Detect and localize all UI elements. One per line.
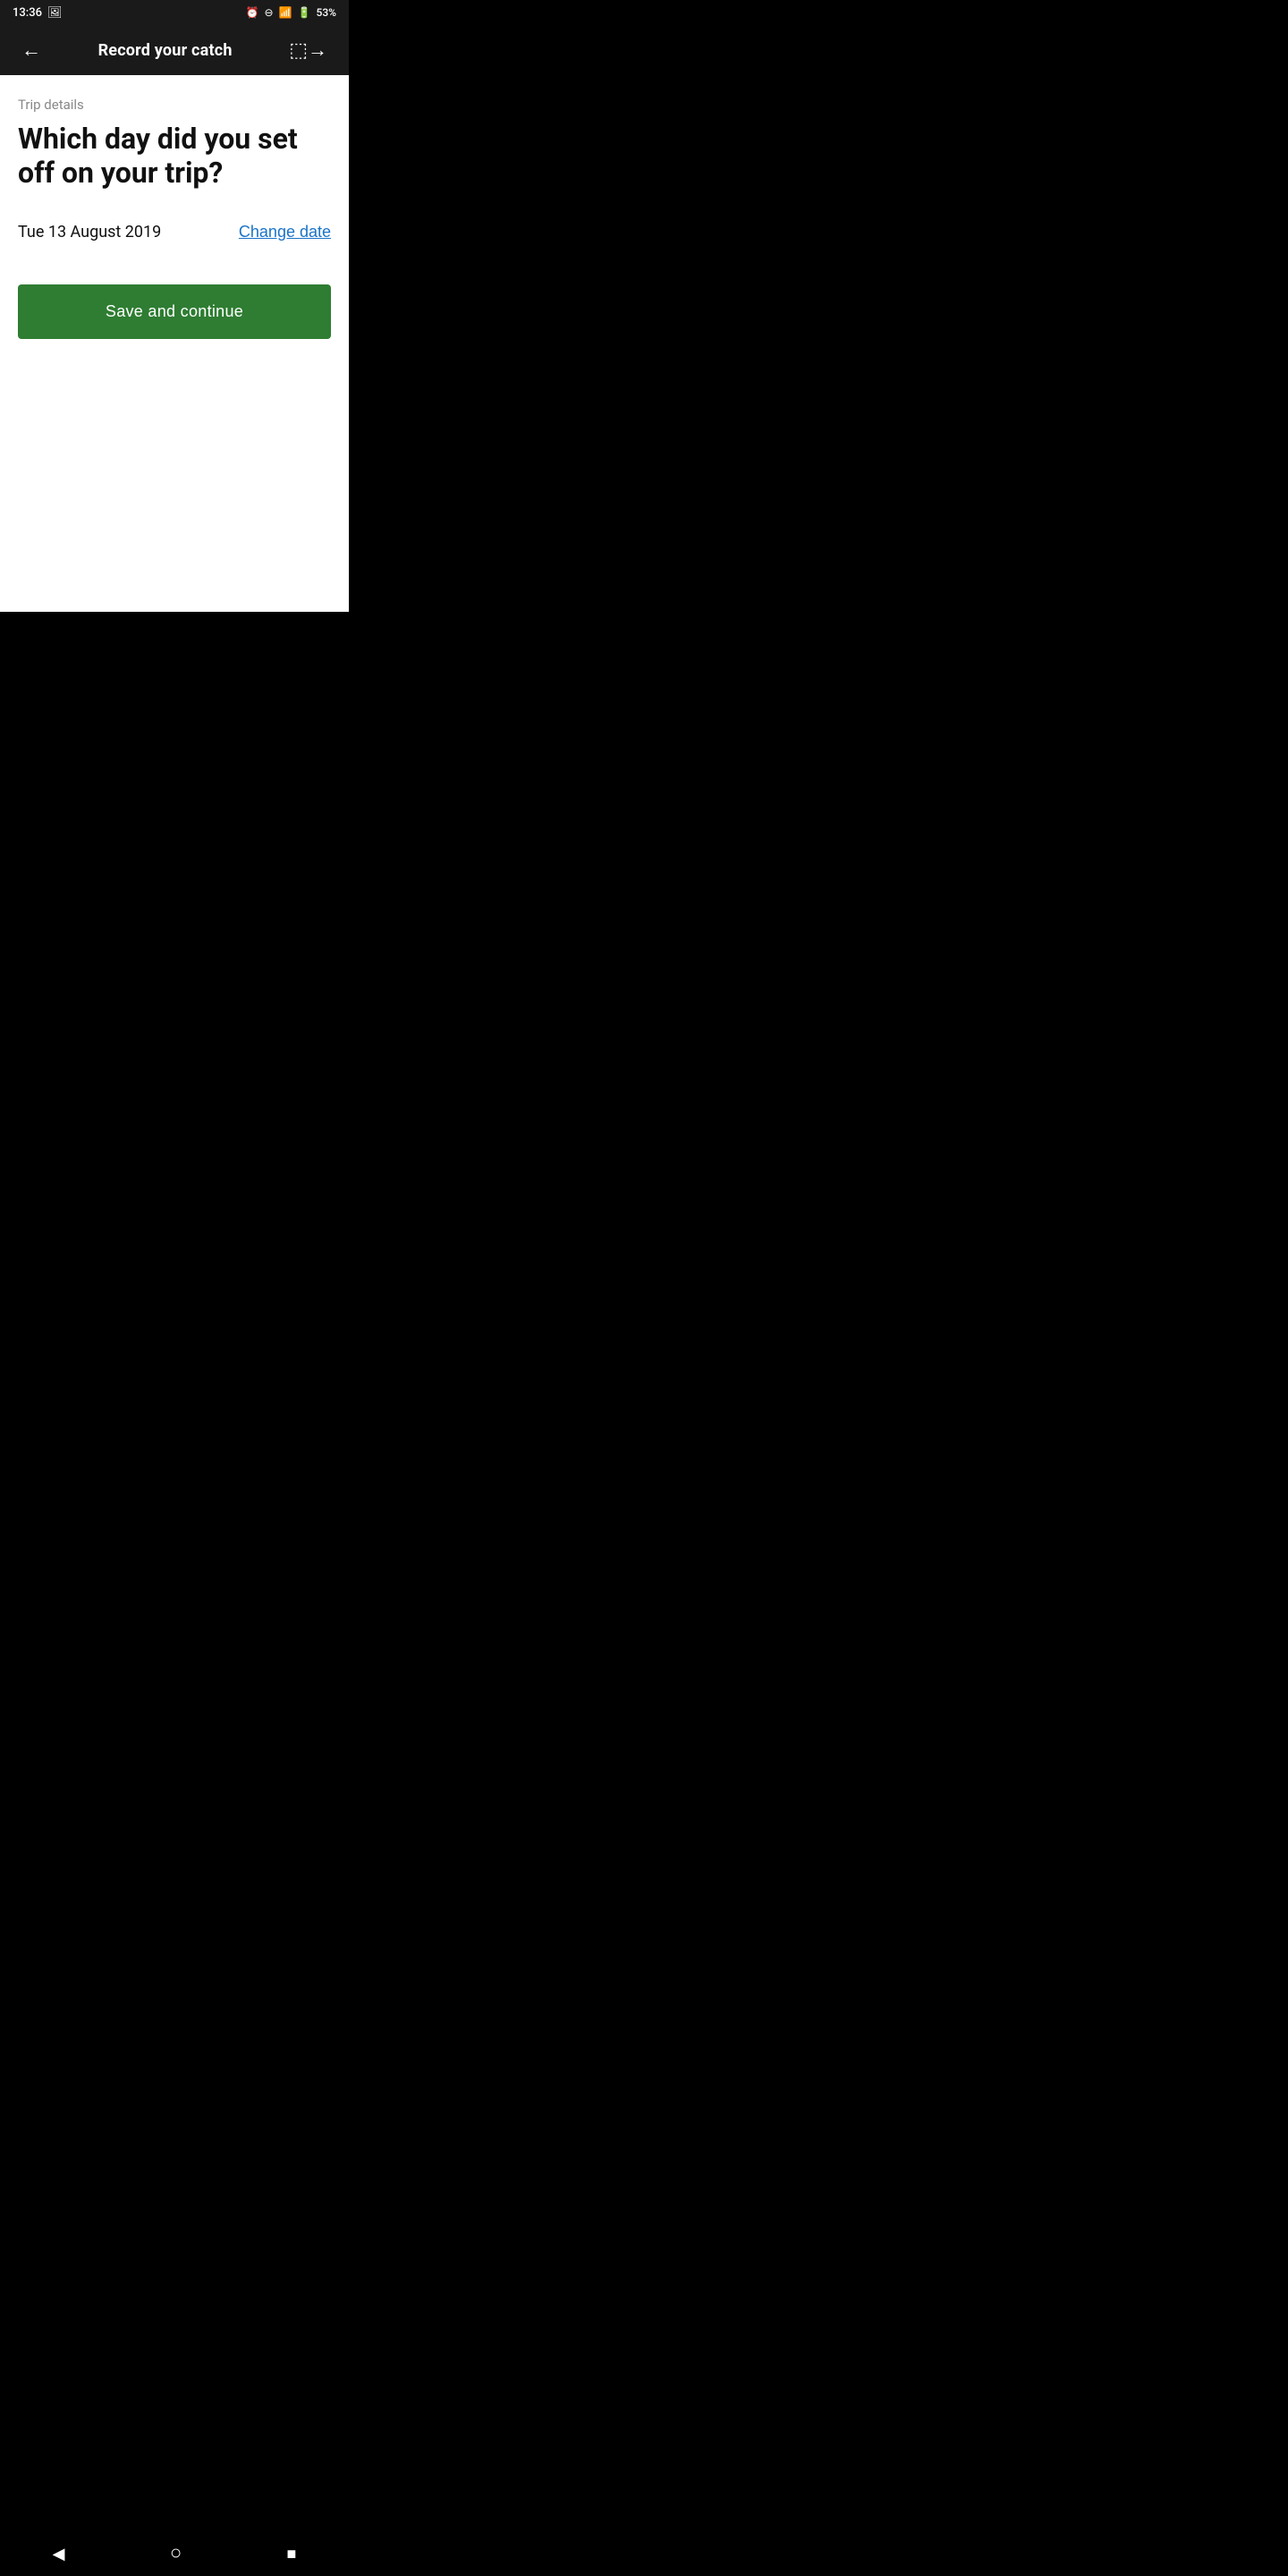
signal-icon: 📶 [279, 6, 292, 19]
question-heading: Which day did you set off on your trip? [18, 122, 331, 191]
nav-recent-button[interactable] [268, 2534, 314, 2572]
status-left: 13:36 🖼 [13, 6, 63, 20]
change-date-button[interactable]: Change date [239, 223, 331, 242]
nav-back-icon [53, 2541, 65, 2563]
back-button[interactable] [14, 31, 48, 69]
date-row: Tue 13 August 2019 Change date [18, 223, 331, 242]
alarm-icon: ⏰ [246, 6, 259, 19]
toolbar-title: Record your catch [98, 41, 233, 60]
status-right: ⏰ ⊖ 📶 🔋 53% [246, 6, 336, 19]
section-label: Trip details [18, 97, 331, 113]
nav-bar [0, 2529, 349, 2576]
battery-text: 53% [317, 6, 336, 19]
selected-date: Tue 13 August 2019 [18, 223, 161, 242]
toolbar: Record your catch ⬚→ [0, 25, 349, 75]
image-icon: 🖼 [47, 6, 63, 20]
nav-home-icon [170, 2541, 182, 2563]
exit-icon: ⬚→ [289, 38, 327, 62]
save-continue-button[interactable]: Save and continue [18, 284, 331, 339]
exit-button[interactable]: ⬚→ [282, 31, 335, 69]
nav-recent-icon [286, 2541, 296, 2563]
back-icon [21, 38, 41, 62]
main-content: Trip details Which day did you set off o… [0, 75, 349, 612]
nav-home-button[interactable] [152, 2534, 199, 2572]
battery-icon: 🔋 [298, 6, 311, 19]
status-bar: 13:36 🖼 ⏰ ⊖ 📶 🔋 53% [0, 0, 349, 25]
do-not-disturb-icon: ⊖ [265, 6, 274, 19]
time-display: 13:36 [13, 6, 42, 20]
nav-back-button[interactable] [35, 2534, 83, 2572]
